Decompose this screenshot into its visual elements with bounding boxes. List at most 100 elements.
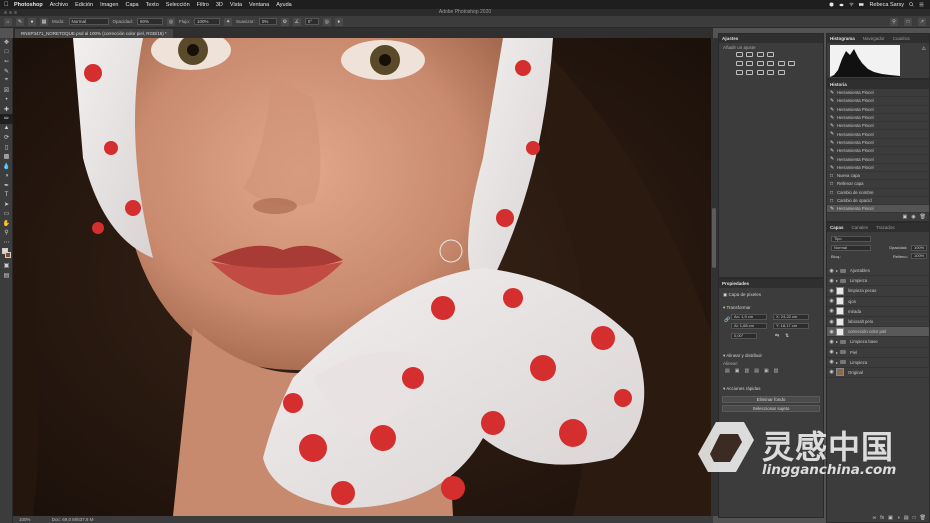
align-center-icon[interactable]: ▣ <box>735 368 740 374</box>
dodge-tool-icon[interactable]: ◑ <box>0 171 13 181</box>
menu-filtro[interactable]: Filtro <box>197 2 209 8</box>
menu-archivo[interactable]: Archivo <box>50 2 68 8</box>
pen-tool-icon[interactable]: ✒ <box>0 181 13 191</box>
layer-row[interactable]: ◉ limpieza pecas <box>827 286 929 297</box>
history-item[interactable]: □ Cambio de opacid <box>827 197 929 206</box>
quick-mask-icon[interactable]: ▣ <box>0 261 13 271</box>
layer-name[interactable]: Piel <box>850 350 857 355</box>
brightness-icon[interactable] <box>736 52 743 57</box>
exposure-icon[interactable] <box>767 52 775 57</box>
hue-saturation-icon[interactable] <box>746 61 754 66</box>
symmetry-icon[interactable]: ♦ <box>334 17 343 26</box>
smooth-input[interactable]: 0% <box>258 18 277 25</box>
delete-layer-icon[interactable]: 🗑 <box>920 515 926 521</box>
align-bottom-icon[interactable]: ▥ <box>774 368 779 374</box>
menu-list-icon[interactable] <box>919 2 924 7</box>
tab-histogram[interactable]: Histograma <box>830 36 855 41</box>
width-field[interactable]: An: 1,9 cm <box>731 314 767 320</box>
history-item[interactable]: ✎ Herramienta Pincel <box>827 97 929 106</box>
history-item[interactable]: □ Nueva capa <box>827 172 929 181</box>
history-item[interactable]: ✎ Herramienta Pincel <box>827 155 929 164</box>
menu-imagen[interactable]: Imagen <box>100 2 118 8</box>
visibility-eye-icon[interactable]: ◉ <box>827 298 836 304</box>
layer-group-row[interactable]: ◉ ▸ Limpieza base <box>827 337 929 348</box>
tab-navigator[interactable]: Navegador <box>863 36 885 41</box>
brush-preset-icon[interactable]: ✎ <box>16 17 24 26</box>
history-item[interactable]: ✎ Herramienta Pincel <box>827 147 929 156</box>
visibility-eye-icon[interactable]: ◉ <box>827 308 836 314</box>
history-item[interactable]: ✎ Herramienta Pincel <box>827 139 929 148</box>
tab-paths[interactable]: Trazados <box>876 225 895 230</box>
visibility-eye-icon[interactable]: ◉ <box>827 268 836 274</box>
background-color-swatch[interactable] <box>5 252 11 258</box>
history-item[interactable]: ✎ Herramienta Pincel <box>827 122 929 131</box>
workspace-icon[interactable]: □ <box>904 17 912 26</box>
visibility-eye-icon[interactable]: ◉ <box>827 278 836 284</box>
layer-name[interactable]: Limpieza base <box>850 339 878 344</box>
flip-vertical-icon[interactable]: ⇅ <box>785 333 789 339</box>
align-left-icon[interactable]: ▤ <box>725 368 730 374</box>
layer-group-row[interactable]: ◉ ▸ Ajustables <box>827 266 929 277</box>
channel-mixer-icon[interactable] <box>787 61 795 66</box>
pressure-opacity-icon[interactable]: ◎ <box>167 17 176 26</box>
chevron-right-icon[interactable]: ▸ <box>836 360 838 365</box>
layer-row[interactable]: ◉ mirada <box>827 307 929 317</box>
curves-icon[interactable] <box>756 52 764 57</box>
layer-group-row[interactable]: ◉ ▸ Limpieza <box>827 276 929 287</box>
search-icon[interactable] <box>909 2 914 7</box>
layer-name[interactable]: Limpieza <box>850 360 867 365</box>
shape-tool-icon[interactable]: ▭ <box>0 209 13 219</box>
hand-tool-icon[interactable]: ✋ <box>0 219 13 229</box>
flow-input[interactable]: 100% <box>194 18 221 25</box>
gradient-map-icon[interactable] <box>767 70 775 75</box>
posterize-icon[interactable] <box>746 70 754 75</box>
user-name[interactable]: Rebeca Sarsy <box>869 2 904 8</box>
gradient-tool-icon[interactable]: ▩ <box>0 152 13 162</box>
camera-icon[interactable]: ◉ <box>911 214 915 220</box>
layer-thumbnail[interactable] <box>836 368 844 377</box>
marquee-tool-icon[interactable]: □ <box>0 48 13 58</box>
zoom-tool-icon[interactable]: ⚲ <box>0 228 13 238</box>
align-middle-icon[interactable]: ▣ <box>764 368 769 374</box>
menu-ayuda[interactable]: Ayuda <box>276 2 292 8</box>
visibility-eye-icon[interactable]: ◉ <box>827 288 836 294</box>
apple-icon[interactable]:  <box>4 2 14 8</box>
tab-history[interactable]: Historia <box>830 82 847 87</box>
tab-layers[interactable]: Capas <box>830 225 844 230</box>
menu-capa[interactable]: Capa <box>125 2 138 8</box>
new-group-icon[interactable]: ▤ <box>904 515 909 521</box>
selective-color-icon[interactable] <box>777 70 785 75</box>
path-select-tool-icon[interactable]: ➤ <box>0 200 13 210</box>
document-tab[interactable]: RNSP3471_NORETOQUE.psd al 100% (correcci… <box>15 29 173 38</box>
height-field[interactable]: Al: 1,68 cm <box>731 323 767 329</box>
visibility-eye-icon[interactable]: ◉ <box>827 339 836 345</box>
select-subject-button[interactable]: Seleccionar sujeto <box>722 405 820 412</box>
layer-name[interactable]: labiosalt pelo <box>848 319 873 324</box>
tab-frames[interactable]: Cuadros <box>893 36 910 41</box>
layer-thumbnail[interactable] <box>836 327 844 336</box>
scrollbar-thumb[interactable] <box>712 208 716 268</box>
doc-info[interactable]: Doc: 69,0 M/637,6 M <box>52 517 94 522</box>
history-item[interactable]: □ Rellenar capa <box>827 180 929 189</box>
remove-background-button[interactable]: Eliminar fondo <box>722 396 820 403</box>
search-icon[interactable]: ⚲ <box>890 17 898 26</box>
histogram-warning-icon[interactable]: ⚠ <box>922 46 926 52</box>
blend-mode-select[interactable]: Normal <box>831 245 871 251</box>
type-tool-icon[interactable]: T <box>0 190 13 200</box>
layer-name[interactable]: corrección color piel <box>848 329 886 334</box>
layer-row[interactable]: ◉ corrección color piel <box>827 327 929 338</box>
eyedropper-tool-icon[interactable]: • <box>0 95 13 105</box>
move-tool-icon[interactable]: ✥ <box>0 38 13 48</box>
cloud-icon[interactable] <box>839 2 844 7</box>
brush-tool-icon[interactable]: ✏ <box>0 114 13 124</box>
vibrance-icon[interactable] <box>736 61 743 66</box>
wifi-icon[interactable] <box>849 2 855 7</box>
chevron-right-icon[interactable]: ▸ <box>836 339 838 344</box>
levels-icon[interactable] <box>746 52 754 57</box>
layer-style-icon[interactable]: fx <box>880 515 884 521</box>
black-white-icon[interactable] <box>767 61 775 66</box>
layer-kind-filter[interactable]: Tipo <box>831 236 871 242</box>
layer-name[interactable]: Original <box>848 370 863 375</box>
layer-group-row[interactable]: ◉ ▸ Limpieza <box>827 358 929 368</box>
menu-3d[interactable]: 3D <box>216 2 223 8</box>
